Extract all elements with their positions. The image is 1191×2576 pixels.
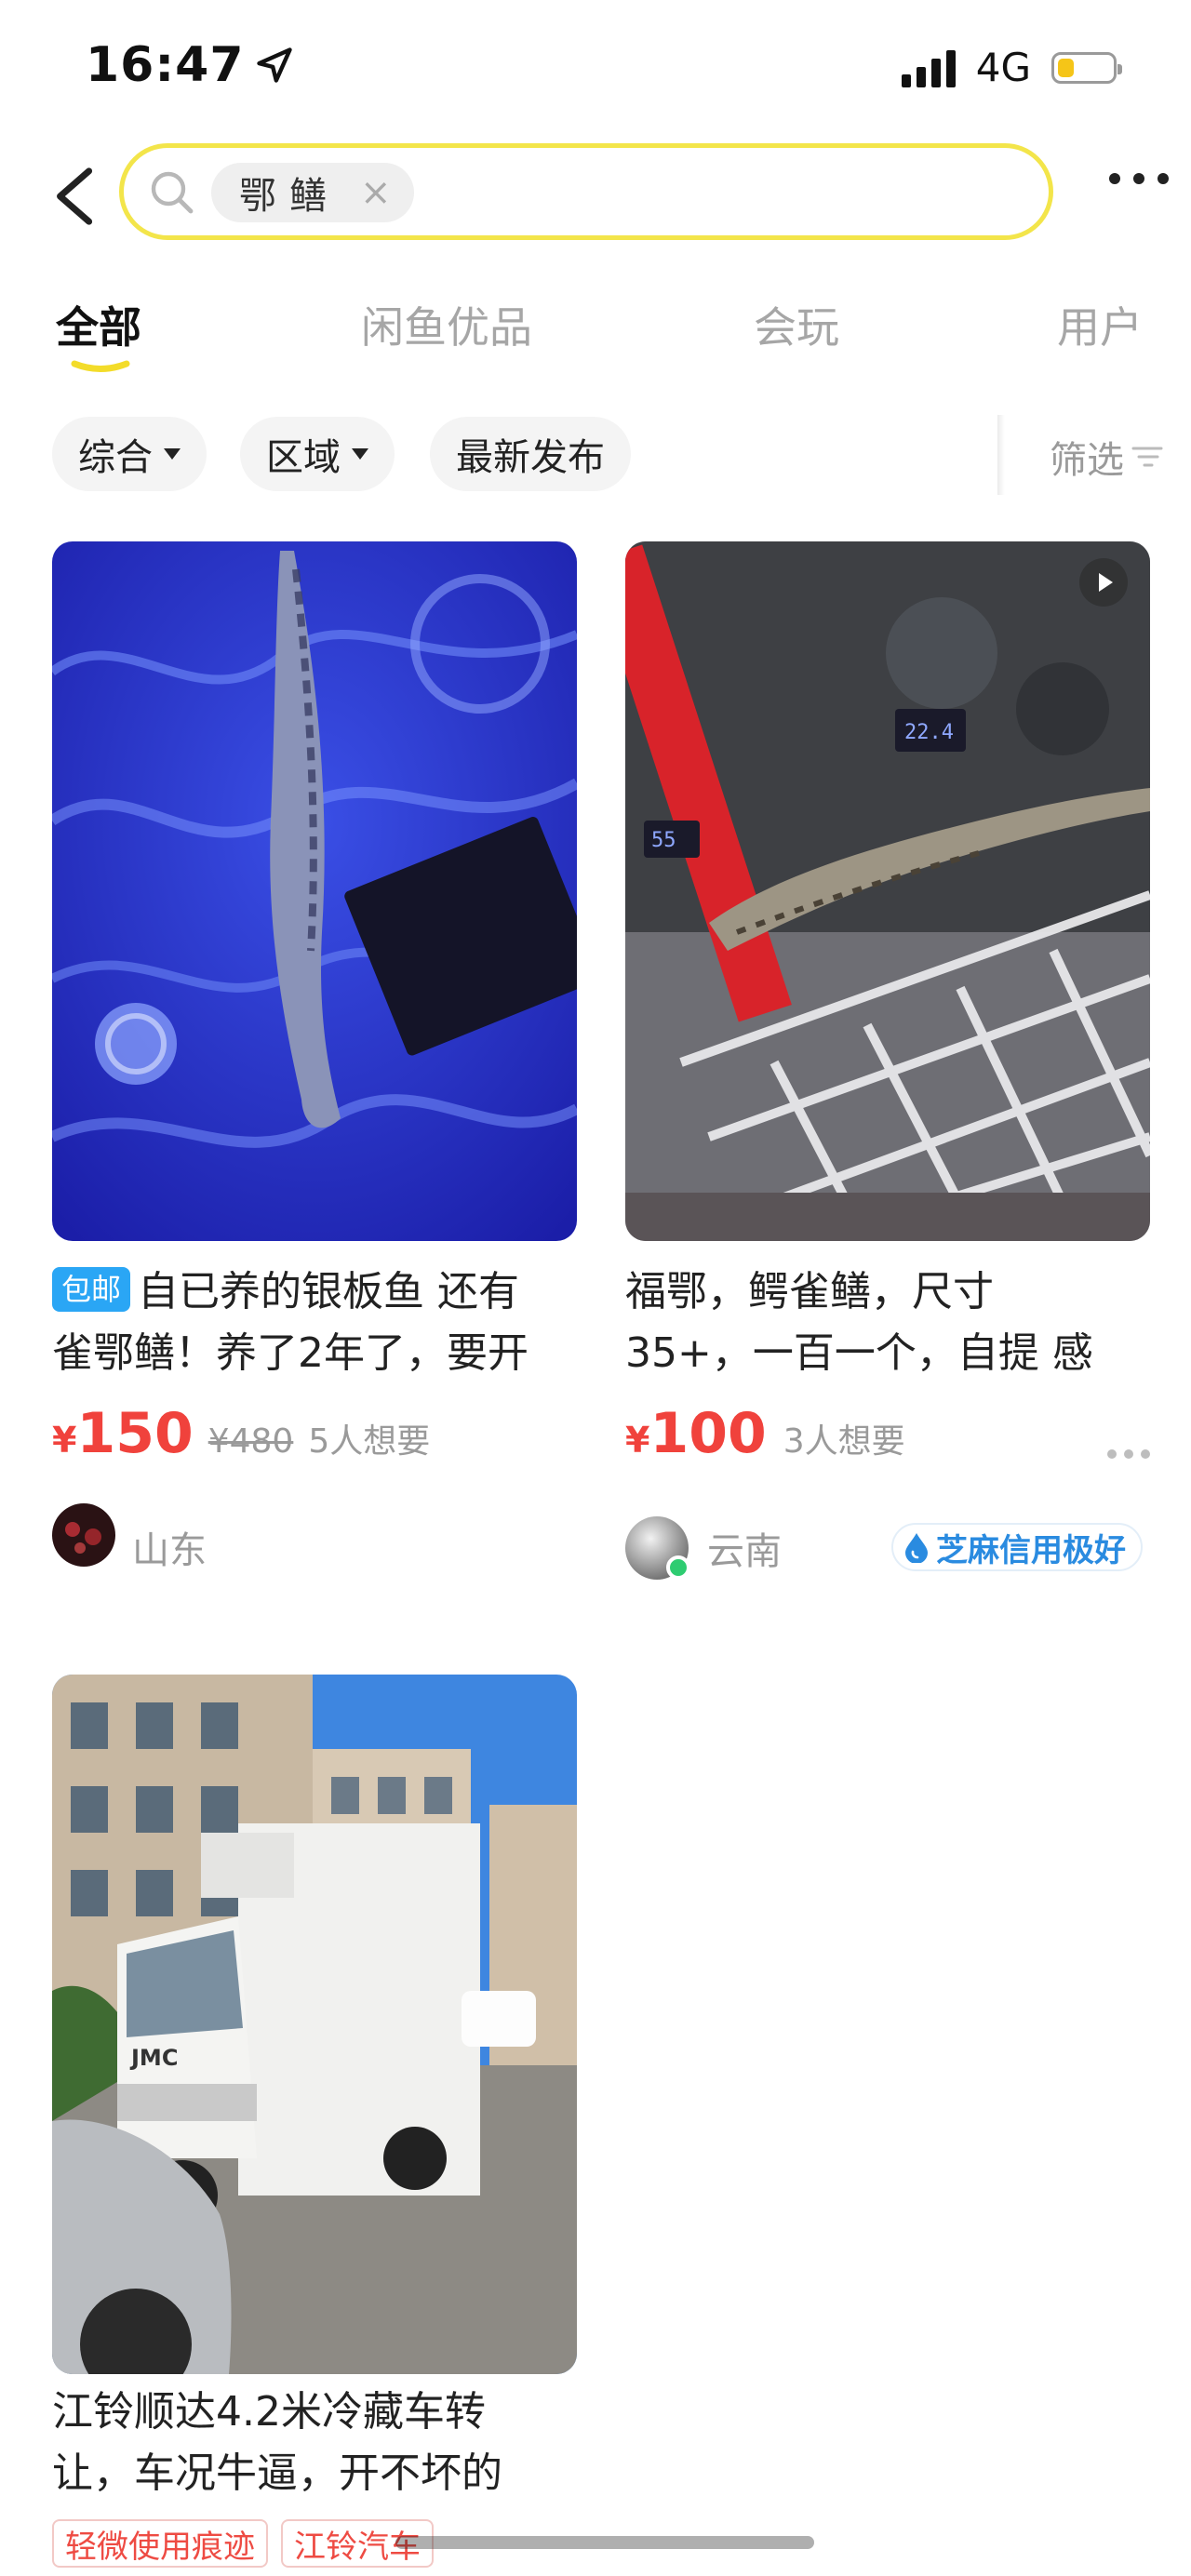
more-icon[interactable] <box>1109 173 1169 184</box>
sort-dropdown[interactable]: 综合 <box>52 417 207 491</box>
listing-price: ¥150 <box>52 1401 194 1466</box>
video-play-icon <box>1079 558 1128 607</box>
seller-location: 山东 <box>132 1529 207 1572</box>
tab-users[interactable]: 用户 <box>1057 294 1143 355</box>
listing-title[interactable]: 江铃顺达4.2米冷藏车转 让，车况牛逼，开不坏的 <box>52 2382 592 2504</box>
tab-youpin[interactable]: 闲鱼优品 <box>361 294 532 355</box>
tag-row: 轻微使用痕迹 江铃汽车 <box>52 2519 434 2568</box>
battery-icon <box>1051 51 1122 84</box>
listing-title[interactable]: 包邮 自已养的银板鱼 还有 雀鄂鳝！养了2年了，要开 <box>52 1261 592 1384</box>
region-label: 区域 <box>266 436 341 479</box>
credit-label: 芝麻信用极好 <box>936 1531 1126 1569</box>
credit-drop-icon <box>905 1533 928 1563</box>
filter-button[interactable]: 筛选 <box>1050 430 1163 484</box>
filter-divider <box>997 415 1005 495</box>
original-price: ¥480 <box>207 1422 294 1461</box>
price-row: ¥150 ¥480 5人想要 <box>52 1401 430 1466</box>
status-time-text: 16:47 <box>86 37 245 93</box>
avatar[interactable] <box>52 1503 115 1567</box>
listing-image[interactable]: JMC <box>52 1675 577 2374</box>
clear-icon[interactable]: × <box>360 171 392 214</box>
battery-level <box>1058 58 1074 77</box>
wants-count: 3人想要 <box>783 1422 905 1461</box>
tab-all[interactable]: 全部 <box>56 294 141 355</box>
condition-tag: 轻微使用痕迹 <box>52 2519 268 2568</box>
listing-price: ¥100 <box>625 1401 767 1466</box>
filter-icon <box>1131 447 1163 467</box>
listing-title-line: 江铃顺达4.2米冷藏车转 <box>52 2388 486 2436</box>
signal-icon <box>901 48 956 87</box>
refrigerated-truck-photo: JMC <box>52 1675 577 2374</box>
location-arrow-icon <box>256 47 292 83</box>
listing-title-line: 自已养的银板鱼 还有 <box>138 1268 520 1315</box>
search-input[interactable]: 鄂鳝 × <box>119 143 1053 240</box>
listing-title-line: 让，车况牛逼，开不坏的 <box>52 2449 502 2497</box>
search-query: 鄂鳝 <box>239 175 340 218</box>
tank-display-left: 55 <box>651 829 676 852</box>
tank-display-right: 22.4 <box>904 721 954 744</box>
listing-title-line: 福鄂，鳄雀鳝，尺寸 <box>625 1268 994 1315</box>
seller-location: 云南 <box>707 1530 782 1573</box>
filter-label: 筛选 <box>1050 439 1124 482</box>
silver-arowana-photo <box>52 541 577 1241</box>
tab-huiwan[interactable]: 会玩 <box>754 294 839 355</box>
price-row: ¥100 3人想要 <box>625 1401 905 1466</box>
status-time: 16:47 <box>86 37 295 93</box>
status-indicators: 4G <box>901 45 1122 90</box>
region-dropdown[interactable]: 区域 <box>240 417 395 491</box>
latest-label: 最新发布 <box>456 436 605 479</box>
truck-brand: JMC <box>129 2045 178 2071</box>
caret-down-icon <box>352 448 368 460</box>
caret-down-icon <box>164 448 181 460</box>
online-indicator <box>666 1555 690 1580</box>
listing-image[interactable]: 22.4 55 <box>625 541 1150 1241</box>
network-type: 4G <box>975 45 1031 90</box>
listing-image[interactable] <box>52 541 577 1241</box>
listing-title-line: 雀鄂鳝！养了2年了，要开 <box>52 1329 529 1377</box>
back-icon[interactable] <box>48 166 104 227</box>
tab-underline <box>71 360 130 372</box>
search-query-chip[interactable]: 鄂鳝 × <box>211 163 414 222</box>
search-icon <box>151 171 194 214</box>
wants-count: 5人想要 <box>308 1422 431 1461</box>
latest-button[interactable]: 最新发布 <box>430 417 631 491</box>
sort-label: 综合 <box>78 436 153 479</box>
listing-title[interactable]: 福鄂，鳄雀鳝，尺寸 35+，一百一个，自提 感 <box>625 1261 1165 1384</box>
home-indicator <box>395 2536 814 2549</box>
more-dots-icon[interactable] <box>1107 1449 1150 1459</box>
aquarium-fish-photo: 22.4 55 <box>625 541 1150 1241</box>
free-shipping-badge: 包邮 <box>52 1267 131 1312</box>
listing-title-line: 35+，一百一个，自提 感 <box>625 1329 1093 1377</box>
credit-badge: 芝麻信用极好 <box>891 1523 1143 1571</box>
